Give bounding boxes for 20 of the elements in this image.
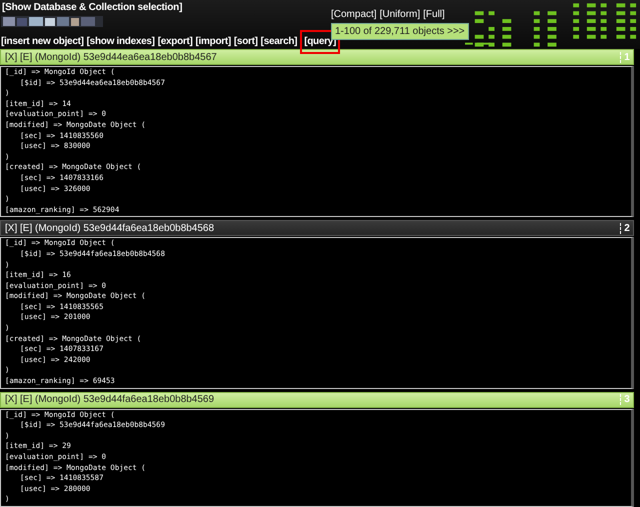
- toolbar-link[interactable]: [import]: [196, 36, 231, 47]
- record-title: [X] [E] (MongoId) 53e9d44ea6ea18eb0b8b4567: [4, 52, 218, 62]
- selection-link[interactable]: [Show Database & Collection selection]: [0, 0, 331, 13]
- record-header[interactable]: [X] [E] (MongoId) 53e9d44fa6ea18eb0b8b4569 3: [0, 392, 634, 408]
- pager-button[interactable]: 1-100 of 229,711 objects >>>: [331, 23, 469, 40]
- record-number: 2: [620, 222, 633, 234]
- toolbar-link[interactable]: [export]: [158, 36, 193, 47]
- view-mode-link[interactable]: [Compact]: [331, 9, 377, 20]
- toolbar-link[interactable]: [show indexes]: [86, 36, 155, 47]
- toolbar-link[interactable]: [sort]: [234, 36, 258, 47]
- record-number: 3: [620, 394, 633, 406]
- record-header[interactable]: [X] [E] (MongoId) 53e9d44fa6ea18eb0b8b4568 2: [0, 220, 634, 236]
- record-header[interactable]: [X] [E] (MongoId) 53e9d44ea6ea18eb0b8b4567 1: [0, 49, 634, 65]
- record-title: [X] [E] (MongoId) 53e9d44fa6ea18eb0b8b4569: [4, 394, 216, 406]
- view-mode-link[interactable]: [Uniform]: [380, 9, 420, 20]
- toolbar-link[interactable]: [search]: [260, 36, 298, 47]
- toolbar-link[interactable]: [insert new object]: [1, 36, 84, 47]
- view-mode-link[interactable]: [Full]: [423, 9, 445, 20]
- record-number: 1: [620, 52, 633, 62]
- record-title: [X] [E] (MongoId) 53e9d44fa6ea18eb0b8b4568: [4, 222, 216, 234]
